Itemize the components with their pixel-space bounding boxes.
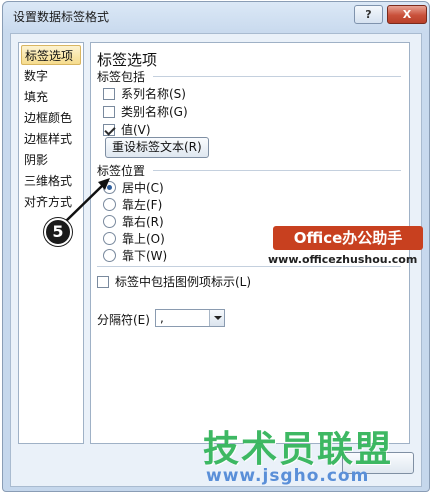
step-number-badge: 5 (44, 218, 72, 246)
site-name-watermark: 技术员联盟 (203, 429, 394, 470)
brand-watermark: Office办公助手 (273, 226, 423, 250)
brand-url-watermark: www.officezhushou.com (268, 253, 418, 266)
arrow-shaft (65, 183, 105, 222)
site-url-watermark: www.jsgho.com (206, 466, 370, 486)
